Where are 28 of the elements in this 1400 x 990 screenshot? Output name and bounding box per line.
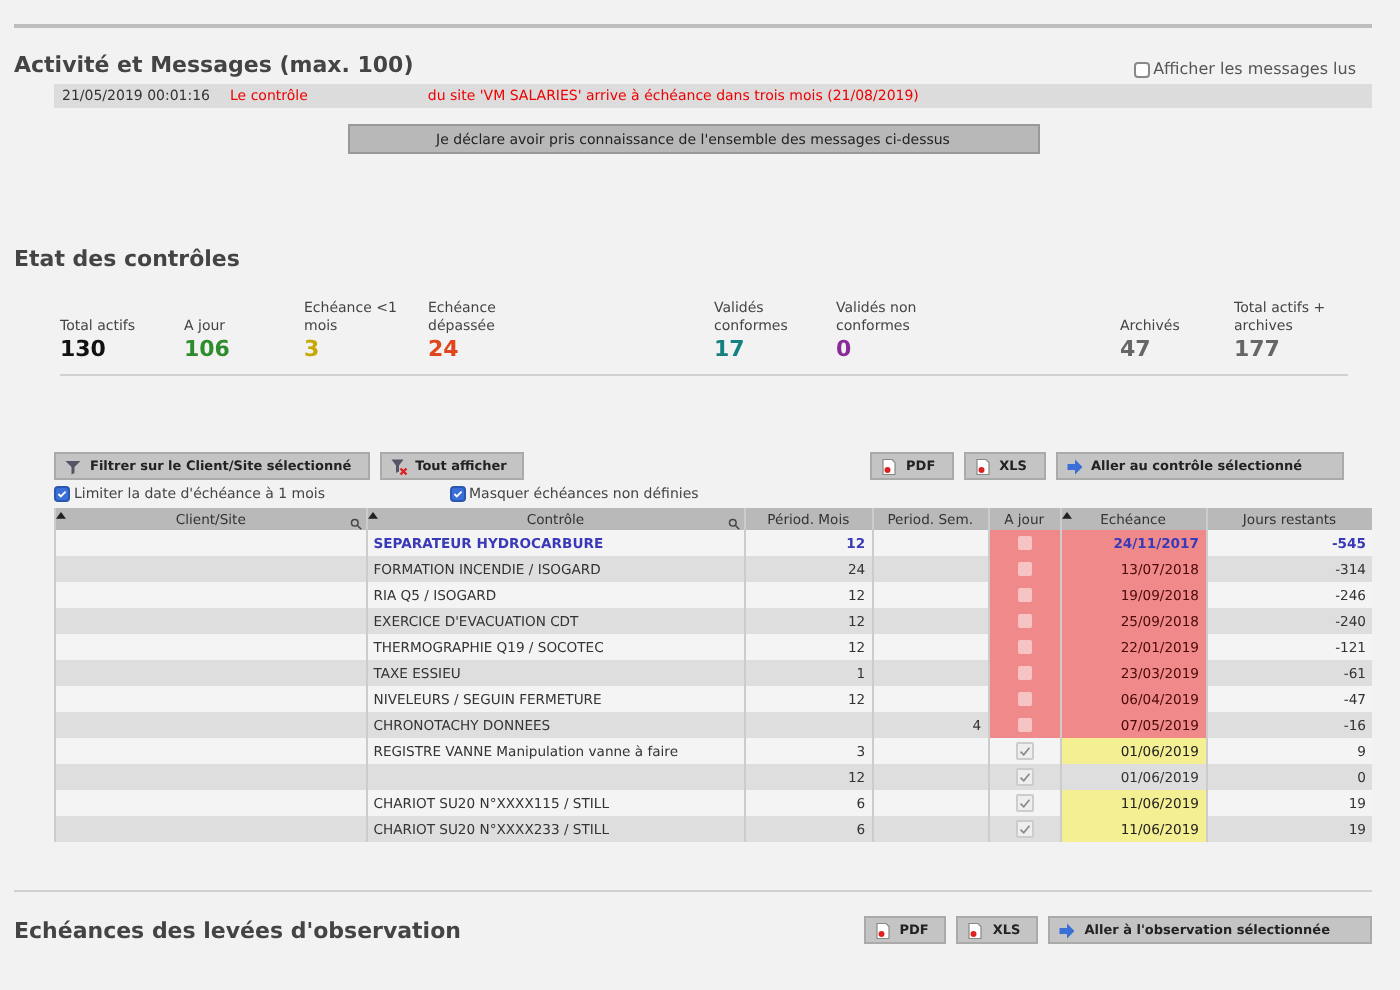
section-title: Etat des contrôles [14, 246, 242, 272]
stat-value: 177 [1234, 336, 1282, 362]
search-icon[interactable] [349, 517, 362, 529]
stat-value: 3 [304, 336, 322, 362]
funnel-icon [64, 457, 82, 475]
stat-value: 47 [1120, 336, 1153, 362]
section-title: Activité et Messages (max. 100) [14, 52, 414, 78]
document-icon [966, 921, 985, 939]
stat-value: 106 [184, 336, 232, 362]
checkbox[interactable] [449, 486, 465, 502]
stat-value: 24 [428, 336, 461, 362]
document-icon [880, 457, 899, 475]
sort-arrow-icon[interactable] [56, 511, 66, 521]
sort-arrow-icon[interactable] [367, 511, 378, 521]
stat-value: 17 [714, 336, 747, 362]
stat-value: 130 [60, 336, 108, 362]
document-icon [873, 921, 892, 939]
arrow-right-icon [1058, 921, 1077, 939]
document-icon [973, 457, 992, 475]
stat-value: 0 [836, 336, 854, 362]
search-icon[interactable] [727, 517, 740, 529]
checkbox[interactable] [54, 486, 70, 502]
checkbox[interactable] [1133, 61, 1150, 77]
arrow-right-icon [1065, 457, 1083, 475]
funnel-cross-icon [389, 457, 408, 475]
sort-arrow-icon[interactable] [1061, 511, 1072, 521]
section-title: Echéances des levées d'observation [14, 918, 463, 944]
checkbox-label: Afficher les messages lus [1153, 60, 1356, 78]
